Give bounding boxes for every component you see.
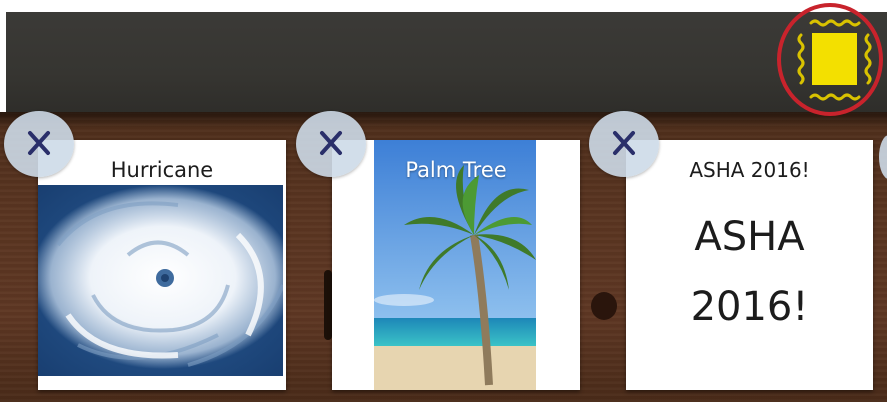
bottom-strip — [0, 402, 887, 414]
remove-card-button[interactable] — [296, 111, 366, 177]
board-peg — [324, 270, 332, 340]
card-asha-2016[interactable]: ASHA 2016! ASHA 2016! — [626, 140, 873, 390]
close-x-icon — [613, 131, 635, 155]
top-toolbar — [6, 12, 887, 124]
board-shadow — [0, 112, 887, 128]
card-palm-tree[interactable]: Palm Tree — [332, 140, 580, 390]
remove-card-button[interactable] — [589, 111, 659, 177]
card-label: ASHA 2016! — [689, 158, 810, 182]
card-label: Palm Tree — [405, 158, 507, 182]
remove-card-button[interactable] — [4, 111, 74, 177]
close-x-icon — [320, 131, 342, 155]
yellow-square-icon — [797, 19, 872, 101]
hurricane-satellite-image — [38, 185, 283, 376]
card-text-line: 2016! — [690, 284, 809, 330]
card-label: Hurricane — [110, 158, 214, 182]
mode-toggle-button[interactable] — [777, 3, 883, 116]
close-x-icon — [28, 131, 50, 155]
board-peg — [591, 292, 617, 320]
card-hurricane[interactable]: Hurricane — [38, 140, 286, 390]
app-screen: Hurricane Palm Tree ASHA 2016! ASHA 2016… — [0, 0, 887, 414]
card-text-line: ASHA — [694, 214, 805, 260]
